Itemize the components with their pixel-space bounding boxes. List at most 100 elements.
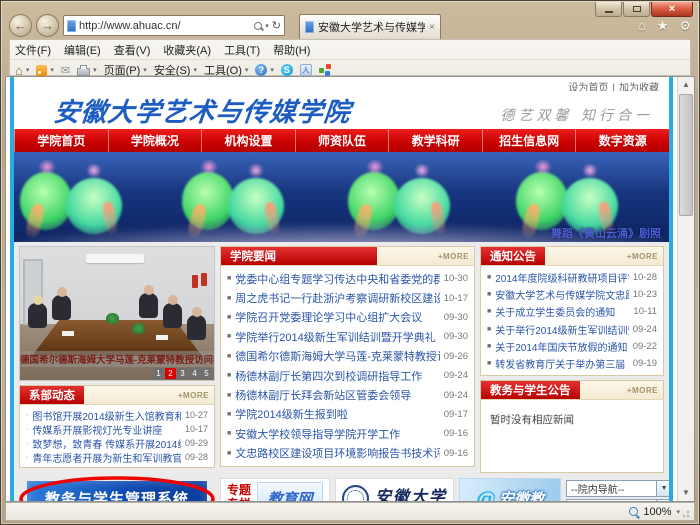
scrollbar-track[interactable]: [678, 93, 694, 485]
gear-icon[interactable]: ⚙: [679, 18, 691, 34]
news-link[interactable]: 学院召开党委理论学习中心组扩大会议: [235, 309, 439, 325]
photo-art: [28, 303, 47, 328]
chevron-down-icon[interactable]: ▼: [656, 481, 671, 496]
vertical-scrollbar[interactable]: ▲ ▼: [677, 77, 694, 501]
news-link[interactable]: 传媒系开展影视灯光专业讲座: [32, 422, 181, 436]
zoom-dropdown-icon[interactable]: ▾: [676, 508, 680, 516]
page-dot[interactable]: 4: [189, 368, 200, 379]
news-link[interactable]: 文忠路校区建设项目环境影响报告书技术评审会在我院召: [235, 445, 439, 461]
bullet-icon: ■: [227, 450, 231, 457]
skype-command[interactable]: S: [281, 64, 293, 76]
menu-item[interactable]: 工具(T): [224, 42, 260, 58]
address-bar[interactable]: http://www.ahuac.cn/ ▾ ↻: [63, 15, 285, 36]
feeds-command[interactable]: ▾: [36, 65, 54, 76]
education-net-logo[interactable]: 教育网: [257, 482, 323, 501]
news-link[interactable]: 图书馆开展2014级新生入馆教育和培训: [32, 408, 181, 422]
news-date: 09-24: [444, 370, 468, 381]
refresh-icon[interactable]: ↻: [272, 19, 281, 32]
news-link[interactable]: 杨德林副厅长拜会新站区管委会领导: [235, 387, 439, 403]
anhui-education-logo[interactable]: @ 安徽教: [459, 478, 561, 501]
at-swirl-icon: @: [476, 486, 496, 501]
page-dot[interactable]: 1: [153, 368, 164, 379]
news-link[interactable]: 关于举行2014级新生军训结训暨开学典: [495, 322, 628, 337]
close-button[interactable]: ×: [651, 2, 693, 17]
scroll-up-icon[interactable]: ▲: [678, 77, 694, 93]
photo-art: [139, 293, 158, 318]
photo-art: [187, 315, 206, 340]
nav-item[interactable]: 机构设置: [201, 129, 295, 152]
site-favicon: [67, 20, 76, 32]
help-command[interactable]: ?▾: [255, 64, 274, 76]
minimize-button[interactable]: [595, 2, 622, 17]
tab-close-icon[interactable]: ×: [429, 22, 435, 33]
bottom-strip: 教务与学生管理系统 专题 专栏 教育网: [19, 478, 664, 501]
photo-caption[interactable]: 德国希尔德斯海姆大学马莲-克莱蒙特教授访问我院: [20, 351, 214, 367]
menu-item[interactable]: 收藏夹(A): [163, 42, 211, 58]
more-link[interactable]: +MORE: [627, 252, 658, 261]
banner-slideshow[interactable]: 舞蹈《黄山云涌》剧照: [14, 152, 669, 242]
news-link[interactable]: 致梦想，致青春 传媒系开展2014级新生: [32, 436, 181, 450]
more-link[interactable]: +MORE: [627, 386, 658, 395]
page-dot[interactable]: 2: [165, 368, 176, 379]
back-button[interactable]: ←: [9, 14, 32, 37]
page-dot[interactable]: 3: [177, 368, 188, 379]
news-link[interactable]: 杨德林副厅长第四次到校调研指导工作: [235, 368, 439, 384]
news-link[interactable]: 党委中心组专题学习传达中央和省委党的群众路线教育实: [235, 271, 439, 287]
news-row: ■ 党委中心组专题学习传达中央和省委党的群众路线教育实 10-30: [227, 269, 468, 288]
campus-nav-select[interactable]: --院内导航-- ▼: [566, 480, 672, 497]
photo-slideshow[interactable]: 德国希尔德斯海姆大学马莲-克莱蒙特教授访问我院 12345: [19, 246, 215, 381]
mail-command[interactable]: ✉: [61, 64, 70, 77]
news-link[interactable]: 安徽大学校领导指导学院开学工作: [235, 426, 439, 442]
news-date: 10-11: [633, 306, 657, 317]
home-command[interactable]: ⌂▾: [15, 65, 29, 76]
menu-item[interactable]: 文件(F): [15, 42, 51, 58]
scroll-down-icon[interactable]: ▼: [678, 485, 694, 501]
more-link[interactable]: +MORE: [178, 391, 209, 400]
news-row: · 青年志愿者开展为新生和军训教官们送水 09-28: [26, 450, 208, 464]
menu-item[interactable]: 帮助(H): [273, 42, 310, 58]
news-link[interactable]: 关于成立学生委员会的通知: [495, 304, 629, 319]
news-link[interactable]: 周之虎书记一行赴浙沪考察调研新校区建设工作: [235, 290, 439, 306]
favorites-star-icon[interactable]: ★: [657, 18, 669, 34]
search-icon[interactable]: [254, 22, 262, 30]
forward-button[interactable]: →: [36, 14, 59, 37]
resize-grip[interactable]: [682, 508, 692, 518]
news-link[interactable]: 2014年度院级科研教研项目评审结果公: [495, 270, 628, 285]
nav-item[interactable]: 师资队伍: [295, 129, 389, 152]
nav-item[interactable]: 学院概况: [108, 129, 202, 152]
zoom-icon[interactable]: [629, 507, 638, 516]
accelerator-command[interactable]: 人: [300, 64, 312, 76]
home-icon[interactable]: ⌂: [638, 18, 646, 33]
news-link[interactable]: 青年志愿者开展为新生和军训教官们送水: [32, 450, 181, 464]
nav-item[interactable]: 数字资源: [575, 129, 669, 152]
page-dot[interactable]: 5: [201, 368, 212, 379]
news-link[interactable]: 转发省教育厅关于举办第三届《中国教: [495, 356, 628, 371]
print-command[interactable]: ▾: [77, 65, 97, 76]
menu-item[interactable]: 查看(V): [114, 42, 151, 58]
scrollbar-thumb[interactable]: [679, 94, 693, 216]
url-text[interactable]: http://www.ahuac.cn/: [79, 20, 251, 32]
navigation-bar: ← → http://www.ahuac.cn/ ▾ ↻ 安徽大学艺术与传媒学院…: [9, 12, 691, 39]
middle-column: 学院要闻 +MORE ■ 党委中心组专题学习传达中央和省委党的群众路线教育实: [220, 246, 475, 467]
maximize-button[interactable]: [623, 2, 650, 17]
share-command[interactable]: [319, 64, 331, 76]
address-dropdown-icon[interactable]: ▾: [265, 22, 269, 30]
zoom-level[interactable]: 100%: [643, 506, 671, 518]
nav-item[interactable]: 教学科研: [388, 129, 482, 152]
chevron-down-icon[interactable]: ▼: [656, 500, 671, 501]
news-link[interactable]: 安徽大学艺术与传媒学院文忠路校区建: [495, 287, 628, 302]
university-name: 安徽大学: [375, 483, 447, 501]
more-link[interactable]: +MORE: [438, 252, 469, 261]
bullet-icon: ·: [26, 454, 28, 461]
management-system-button[interactable]: 教务与学生管理系统: [27, 481, 207, 501]
menu-item[interactable]: 编辑(E): [64, 42, 101, 58]
anhui-university-box[interactable]: 安徽大学 Anhui University: [335, 478, 454, 501]
news-link[interactable]: 学院举行2014级新生军训结训暨开学典礼: [235, 329, 439, 345]
friendly-links-select[interactable]: --友情链接-- ▼: [566, 499, 672, 501]
news-link[interactable]: 关于2014年国庆节放假的通知: [495, 339, 628, 354]
nav-item[interactable]: 学院首页: [14, 129, 108, 152]
news-link[interactable]: 德国希尔德斯海姆大学马莲-克莱蒙特教授访问我院: [235, 348, 439, 364]
nav-item[interactable]: 招生信息网: [482, 129, 576, 152]
news-link[interactable]: 学院2014级新生报到啦: [235, 406, 439, 422]
browser-tab[interactable]: 安徽大学艺术与传媒学院 ×: [299, 14, 441, 39]
